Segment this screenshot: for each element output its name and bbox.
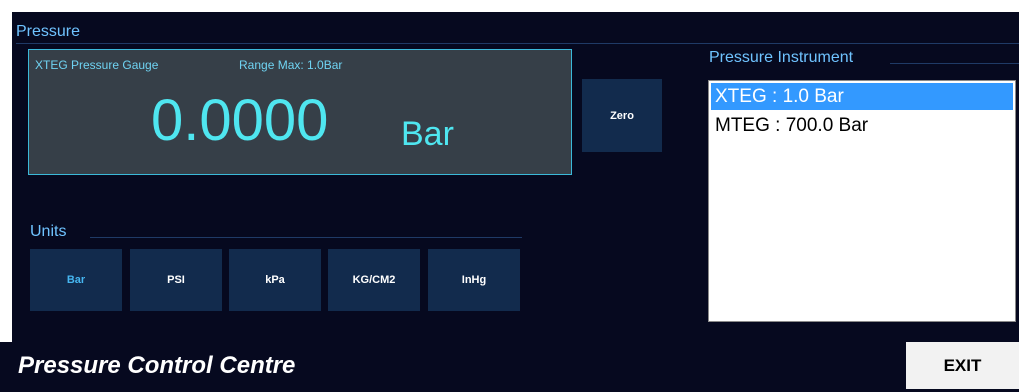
instrument-group-divider: [890, 63, 1019, 64]
instrument-group-title: Pressure Instrument: [709, 49, 854, 66]
zero-button[interactable]: Zero: [582, 79, 662, 152]
gauge-unit: Bar: [401, 115, 454, 153]
unit-bar-button[interactable]: Bar: [30, 249, 122, 311]
unit-kpa-button[interactable]: kPa: [229, 249, 321, 311]
instrument-item-xteg[interactable]: XTEG : 1.0 Bar: [711, 83, 1013, 110]
unit-kgcm2-button[interactable]: KG/CM2: [328, 249, 420, 311]
gauge-name: XTEG Pressure Gauge: [35, 58, 159, 72]
gauge-range: Range Max: 1.0Bar: [239, 58, 343, 72]
gauge-value: 0.0000: [151, 88, 329, 153]
pressure-control-window: Pressure XTEG Pressure Gauge Range Max: …: [0, 0, 1019, 392]
unit-psi-button[interactable]: PSI: [130, 249, 222, 311]
top-strip: [0, 0, 1019, 12]
unit-inhg-button[interactable]: InHg: [428, 249, 520, 311]
instrument-item-mteg[interactable]: MTEG : 700.0 Bar: [711, 112, 1013, 139]
pressure-group-title: Pressure: [16, 23, 81, 40]
units-group-title: Units: [30, 223, 67, 240]
pressure-group-divider: [16, 43, 1019, 44]
app-title: Pressure Control Centre: [18, 352, 296, 379]
left-border: [0, 0, 12, 392]
instrument-list[interactable]: XTEG : 1.0 Bar MTEG : 700.0 Bar: [708, 80, 1016, 322]
units-group-divider: [90, 237, 522, 238]
exit-button[interactable]: EXIT: [906, 342, 1019, 389]
pressure-gauge-display: XTEG Pressure Gauge Range Max: 1.0Bar 0.…: [28, 49, 572, 175]
